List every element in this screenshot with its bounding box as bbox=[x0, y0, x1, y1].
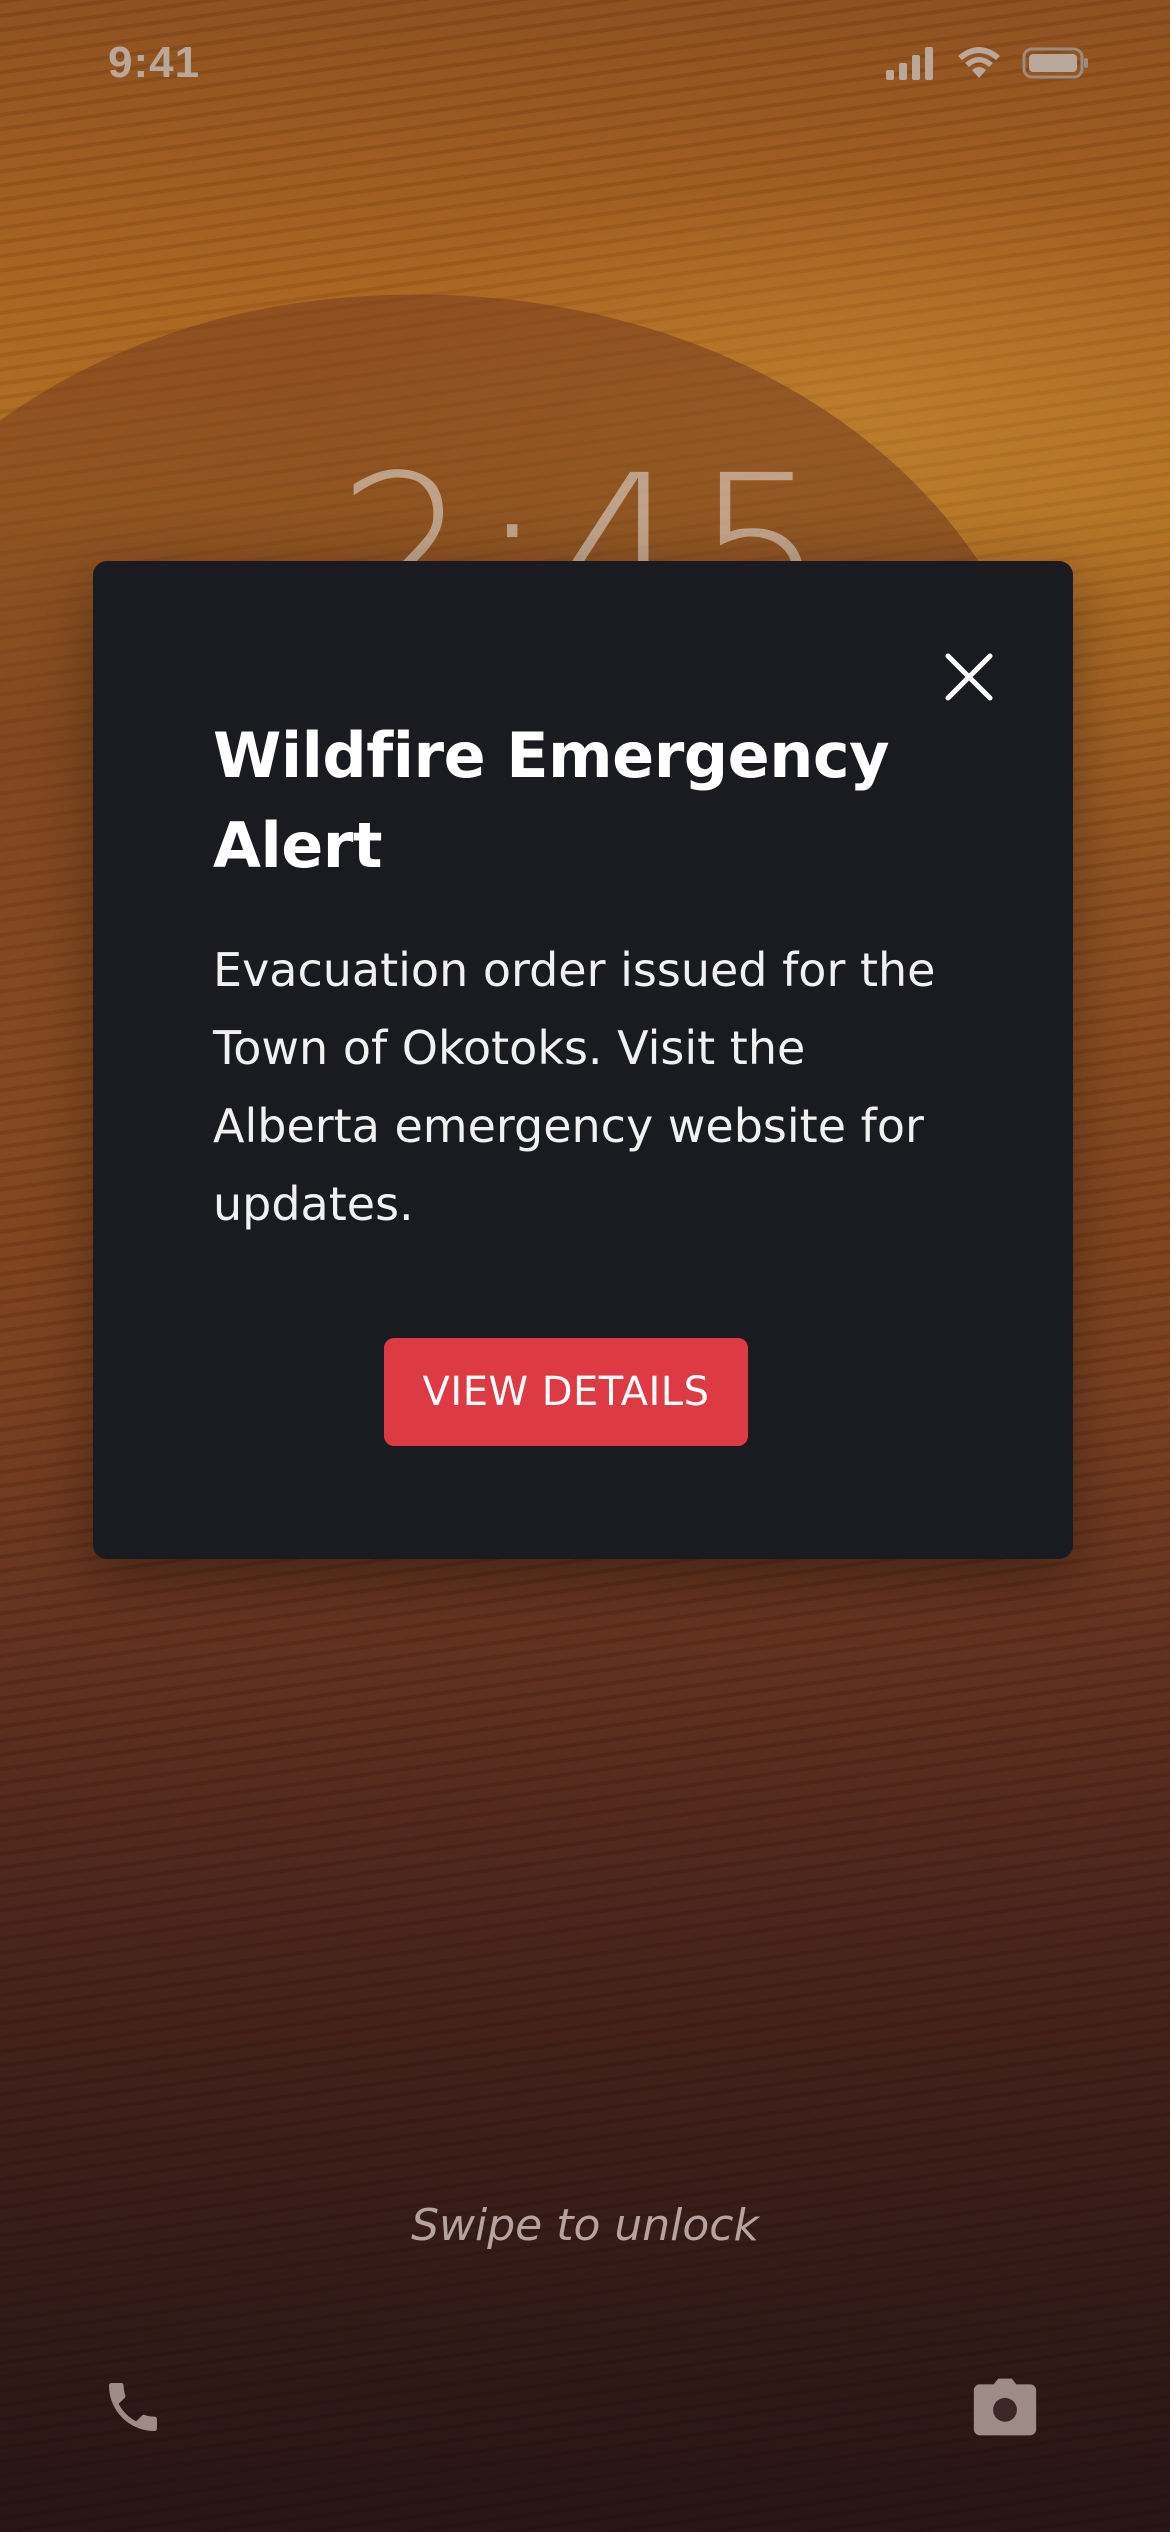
status-icons bbox=[884, 46, 1090, 80]
swipe-to-unlock-hint: Swipe to unlock bbox=[411, 2200, 759, 2251]
close-icon bbox=[945, 653, 993, 701]
status-time: 9:41 bbox=[108, 38, 201, 87]
status-bar: 9:41 bbox=[0, 0, 1170, 130]
camera-button[interactable] bbox=[960, 2362, 1050, 2452]
wifi-icon bbox=[958, 47, 1000, 78]
phone-icon bbox=[109, 2383, 157, 2431]
close-button[interactable] bbox=[937, 645, 1001, 709]
emergency-alert-dialog: Wildfire Emergency Alert Evacuation orde… bbox=[93, 561, 1073, 1559]
signal-icon bbox=[886, 47, 933, 80]
view-details-button[interactable]: VIEW DETAILS bbox=[384, 1338, 748, 1446]
battery-icon bbox=[1022, 47, 1088, 79]
alert-title: Wildfire Emergency Alert bbox=[213, 719, 890, 882]
camera-icon bbox=[973, 2378, 1037, 2436]
alert-message: Evacuation order issued for the Town of … bbox=[213, 943, 936, 1231]
phone-button[interactable] bbox=[88, 2362, 178, 2452]
